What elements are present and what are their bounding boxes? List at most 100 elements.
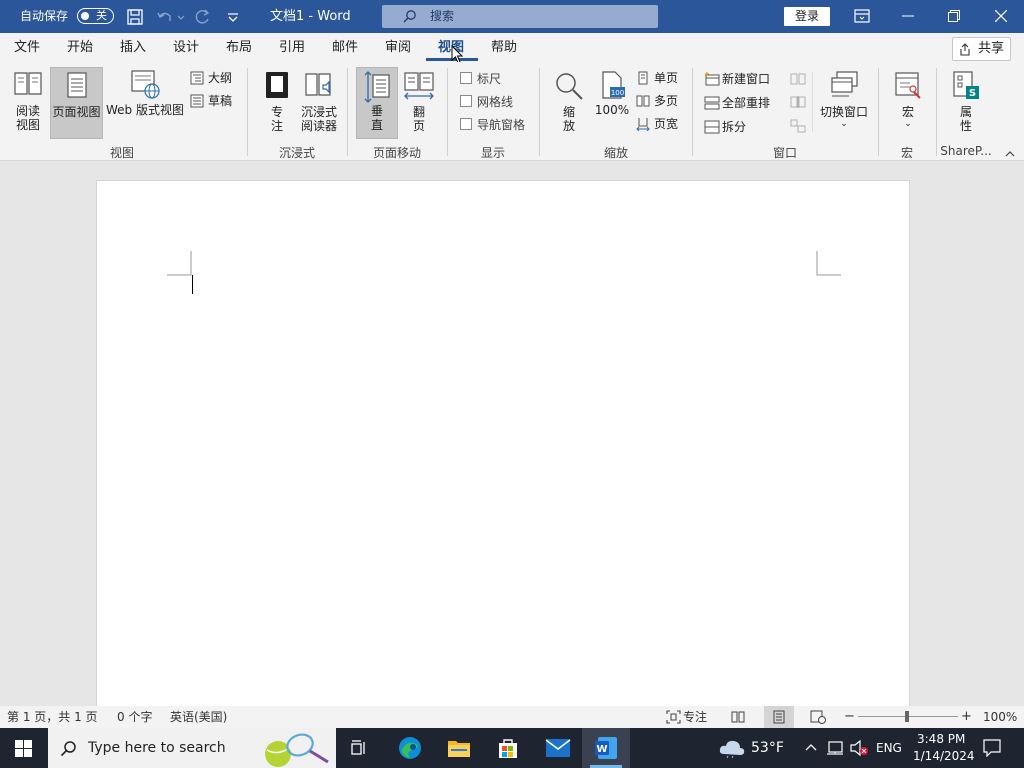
new-window-label: 新建窗口 bbox=[722, 72, 771, 86]
document-area[interactable] bbox=[0, 162, 1024, 710]
ribbon: 阅读 视图 页面视图 Web 版式视图 大纲 草稿 视图 专 注 沉浸式 阅读器… bbox=[0, 62, 1024, 161]
immersive-reader-icon bbox=[305, 73, 331, 96]
edge-taskbar-button[interactable] bbox=[386, 728, 434, 768]
one-page-icon bbox=[638, 71, 648, 85]
ribbon-tabs: 文件 开始 插入 设计 布局 引用 邮件 审阅 视图 帮助 bbox=[0, 33, 1024, 64]
word-count[interactable]: 0 个字 bbox=[117, 706, 152, 728]
undo-icon[interactable] bbox=[156, 8, 174, 26]
clock-time[interactable]: 3:48 PM bbox=[917, 732, 965, 746]
group-separator bbox=[936, 68, 937, 156]
login-button[interactable]: 登录 bbox=[784, 7, 830, 26]
group-separator bbox=[692, 68, 693, 156]
zoom-button[interactable]: 缩 放 bbox=[550, 70, 588, 136]
document-page[interactable] bbox=[96, 180, 910, 710]
print-layout-button[interactable]: 页面视图 bbox=[50, 67, 103, 139]
web-layout-button[interactable]: Web 版式视图 bbox=[104, 68, 186, 134]
immersive-reader-label: 沉浸式 阅读器 bbox=[300, 105, 337, 133]
properties-button[interactable]: S 属 性 bbox=[946, 70, 986, 136]
undo-dropdown-icon[interactable] bbox=[176, 8, 186, 26]
file-explorer-taskbar-button[interactable] bbox=[435, 728, 483, 768]
side-to-side-button[interactable]: 翻 页 bbox=[400, 70, 438, 136]
ribbon-display-options-button[interactable] bbox=[839, 0, 885, 33]
read-mode-button[interactable]: 阅读 视图 bbox=[8, 68, 48, 134]
save-icon[interactable] bbox=[126, 8, 144, 26]
web-layout-view-icon[interactable] bbox=[810, 710, 826, 724]
mail-icon bbox=[545, 739, 571, 757]
word-taskbar-button[interactable]: W bbox=[582, 728, 630, 768]
multiple-pages-button[interactable]: 多页 bbox=[636, 91, 686, 111]
focus-mode-button[interactable]: 专注 bbox=[683, 706, 707, 728]
zoom-out-button[interactable]: − bbox=[844, 706, 855, 728]
tab-help[interactable]: 帮助 bbox=[491, 33, 517, 62]
outline-label: 大纲 bbox=[208, 71, 233, 85]
tab-mailings[interactable]: 邮件 bbox=[332, 33, 358, 62]
weather-cloud-icon[interactable] bbox=[718, 738, 746, 758]
gridlines-checkbox[interactable] bbox=[460, 95, 472, 107]
outline-button[interactable]: 大纲 bbox=[190, 68, 240, 88]
multiple-pages-label: 多页 bbox=[654, 94, 679, 108]
split-button[interactable]: 拆分 bbox=[704, 117, 776, 137]
print-layout-view-button[interactable] bbox=[764, 706, 794, 728]
file-explorer-icon bbox=[448, 741, 470, 757]
language[interactable]: 英语(美国) bbox=[170, 706, 227, 728]
clock-date[interactable]: 1/14/2024 bbox=[913, 749, 975, 763]
vertical-scroll-button[interactable]: 垂 直 bbox=[356, 67, 398, 139]
read-mode-view-icon[interactable] bbox=[731, 710, 745, 724]
mail-taskbar-button[interactable] bbox=[533, 728, 581, 768]
autosave-toggle[interactable]: 关 bbox=[77, 8, 114, 24]
share-button[interactable]: 共享 bbox=[952, 37, 1011, 61]
minimize-button[interactable] bbox=[885, 0, 931, 33]
macros-label: 宏 bbox=[901, 105, 914, 119]
search-icon bbox=[403, 10, 416, 23]
weather-temperature[interactable]: 53°F bbox=[751, 740, 784, 756]
autosave-label: 自动保存 bbox=[20, 9, 69, 23]
store-taskbar-button[interactable] bbox=[484, 728, 532, 768]
collapse-ribbon-icon[interactable] bbox=[1004, 149, 1016, 157]
page-width-button[interactable]: 页宽 bbox=[636, 114, 686, 134]
one-page-button[interactable]: 单页 bbox=[636, 68, 686, 88]
microsoft-store-icon bbox=[499, 739, 517, 758]
page-width-label: 页宽 bbox=[654, 117, 679, 131]
switch-windows-chevron-icon: ⌄ bbox=[840, 119, 848, 129]
new-window-button[interactable]: 新建窗口 bbox=[704, 69, 776, 89]
draft-button[interactable]: 草稿 bbox=[190, 91, 240, 111]
customize-toolbar-icon[interactable] bbox=[224, 8, 242, 26]
group-separator bbox=[878, 68, 879, 156]
redo-icon[interactable] bbox=[194, 8, 212, 26]
zoom-100-button[interactable]: 100 100% bbox=[592, 70, 632, 136]
tab-home[interactable]: 开始 bbox=[67, 33, 93, 62]
vertical-scroll-label: 垂 直 bbox=[370, 104, 383, 132]
tab-file[interactable]: 文件 bbox=[14, 33, 40, 62]
zoom-slider-thumb[interactable] bbox=[905, 711, 909, 722]
task-view-button[interactable] bbox=[336, 728, 384, 768]
input-language[interactable]: ENG bbox=[876, 741, 902, 755]
task-view-icon bbox=[351, 740, 365, 755]
immersive-reader-button[interactable]: 沉浸式 阅读器 bbox=[298, 70, 340, 136]
tab-layout[interactable]: 布局 bbox=[226, 33, 252, 62]
nav-pane-checkbox[interactable] bbox=[460, 118, 472, 130]
title-bar: 自动保存 关 文档1 - Word 搜索 登录 bbox=[0, 0, 1024, 33]
volume-muted-icon[interactable] bbox=[849, 739, 869, 757]
close-button[interactable] bbox=[978, 0, 1024, 33]
zoom-in-button[interactable]: + bbox=[961, 706, 972, 728]
taskbar-search-box[interactable]: Type here to search bbox=[48, 728, 336, 768]
restore-button[interactable] bbox=[931, 0, 977, 33]
tab-references[interactable]: 引用 bbox=[279, 33, 305, 62]
macros-button[interactable]: 宏 ⌄ bbox=[888, 70, 928, 136]
notifications-icon[interactable] bbox=[983, 739, 1001, 757]
start-button[interactable] bbox=[0, 728, 48, 768]
group-separator bbox=[247, 68, 248, 156]
network-icon[interactable] bbox=[826, 740, 844, 756]
ruler-checkbox[interactable] bbox=[460, 72, 472, 84]
tab-design[interactable]: 设计 bbox=[173, 33, 199, 62]
switch-windows-button[interactable]: 切换窗口 ⌄ bbox=[818, 70, 870, 136]
show-hidden-icons-icon[interactable] bbox=[804, 742, 818, 752]
page-info[interactable]: 第 1 页，共 1 页 bbox=[7, 706, 98, 728]
focus-button[interactable]: 专 注 bbox=[258, 70, 296, 136]
arrange-all-button[interactable]: 全部重排 bbox=[704, 93, 776, 113]
tab-insert[interactable]: 插入 bbox=[120, 33, 146, 62]
edge-browser-icon bbox=[399, 737, 421, 759]
search-box[interactable]: 搜索 bbox=[382, 5, 658, 28]
tab-review[interactable]: 审阅 bbox=[385, 33, 411, 62]
zoom-level[interactable]: 100% bbox=[983, 706, 1017, 728]
